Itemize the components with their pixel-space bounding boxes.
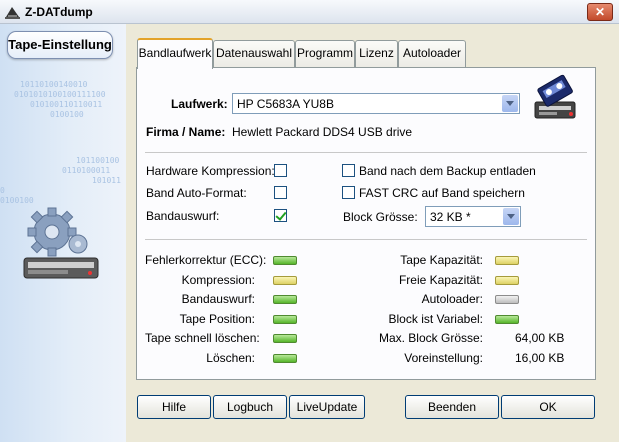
status-led-autoloader <box>495 295 519 304</box>
status-led-variable-block <box>495 315 519 324</box>
binary-line: 101011 <box>92 176 121 185</box>
tab-panel-bandlaufwerk: Laufwerk: HP C5683A YU8B Firma / Name: H… <box>136 67 596 380</box>
unload-checkbox[interactable] <box>342 164 355 177</box>
ok-button[interactable]: OK <box>501 395 595 419</box>
status-label-tape-capacity: Tape Kapazität: <box>400 253 483 267</box>
status-led-ecc <box>273 256 297 265</box>
eject-label: Bandauswurf: <box>146 209 220 223</box>
status-label-erase: Löschen: <box>206 351 255 365</box>
binary-line: 10110100140010 <box>20 80 88 89</box>
tab-programm[interactable]: Programm <box>295 40 355 67</box>
eject-checkbox[interactable] <box>274 209 287 222</box>
default-block-value: 16,00 KB <box>515 351 565 365</box>
vendor-value: Hewlett Packard DDS4 USB drive <box>232 125 413 139</box>
status-label-compression: Kompression: <box>181 273 255 287</box>
fastcrc-label[interactable]: FAST CRC auf Band speichern <box>359 186 525 200</box>
default-block-label: Voreinstellung: <box>404 351 483 365</box>
app-icon <box>5 7 20 19</box>
block-size-label: Block Grösse: <box>343 210 418 224</box>
tab-lizenz[interactable]: Lizenz <box>355 40 398 67</box>
unload-label[interactable]: Band nach dem Backup entladen <box>359 164 536 178</box>
status-label-free-capacity: Freie Kapazität: <box>398 273 483 287</box>
gear-drive-icon <box>23 207 99 279</box>
separator <box>145 239 587 240</box>
title-bar: Z-DATdump ✕ <box>0 0 619 24</box>
status-label-autoloader: Autoloader: <box>421 292 483 306</box>
left-panel: 10110100140010 0101010100100111100 01010… <box>0 24 126 442</box>
status-led-erase <box>273 354 297 363</box>
binary-line: 0101010100100111100 <box>14 90 106 99</box>
binary-line: 0100100 <box>50 110 84 119</box>
vendor-label: Firma / Name: <box>146 125 226 139</box>
hw-compression-checkbox[interactable] <box>274 164 287 177</box>
liveupdate-button[interactable]: LiveUpdate <box>289 395 365 419</box>
status-label-ecc: Fehlerkorrektur (ECC): <box>145 253 267 267</box>
max-block-value: 64,00 KB <box>515 331 565 345</box>
window-title: Z-DATdump <box>25 5 93 19</box>
close-icon: ✕ <box>594 5 606 19</box>
block-size-value: 32 KB * <box>430 210 471 224</box>
drive-select[interactable]: HP C5683A YU8B <box>232 93 520 114</box>
fastcrc-checkbox[interactable] <box>342 186 355 199</box>
separator <box>145 152 587 153</box>
exit-button[interactable]: Beenden <box>405 395 499 419</box>
status-label-eject: Bandauswurf: <box>181 292 255 306</box>
tape-drive-icon <box>534 74 576 119</box>
chevron-down-icon[interactable] <box>502 95 518 112</box>
status-led-eject <box>273 295 297 304</box>
close-button[interactable]: ✕ <box>587 3 613 21</box>
drive-label: Laufwerk: <box>171 97 228 111</box>
auto-format-checkbox[interactable] <box>274 186 287 199</box>
log-button[interactable]: Logbuch <box>213 395 287 419</box>
status-label-quick-erase: Tape schnell löschen: <box>145 331 260 345</box>
help-button[interactable]: Hilfe <box>137 395 211 419</box>
binary-line: 010100110110011 <box>30 100 103 109</box>
binary-line: 101100100 <box>76 156 120 165</box>
tab-bandlaufwerk[interactable]: Bandlaufwerk <box>137 38 213 69</box>
status-led-quick-erase <box>273 334 297 343</box>
binary-line: 0 <box>0 186 5 195</box>
tab-datenauswahl[interactable]: Datenauswahl <box>213 40 295 67</box>
block-size-select[interactable]: 32 KB * <box>425 206 521 227</box>
max-block-label: Max. Block Grösse: <box>378 331 483 345</box>
status-led-free-capacity <box>495 276 519 285</box>
status-label-position: Tape Position: <box>179 312 255 326</box>
status-label-variable-block: Block ist Variabel: <box>388 312 483 326</box>
hw-compression-label: Hardware Kompression: <box>146 164 275 178</box>
status-led-compression <box>273 276 297 285</box>
status-led-tape-capacity <box>495 256 519 265</box>
binary-line: 0110100011 <box>62 166 111 175</box>
tape-settings-tab[interactable]: Tape-Einstellung <box>7 31 113 59</box>
auto-format-label: Band Auto-Format: <box>146 186 247 200</box>
chevron-down-icon[interactable] <box>503 208 519 225</box>
tab-autoloader[interactable]: Autoloader <box>398 40 466 67</box>
status-led-position <box>273 315 297 324</box>
drive-select-value: HP C5683A YU8B <box>237 97 334 111</box>
